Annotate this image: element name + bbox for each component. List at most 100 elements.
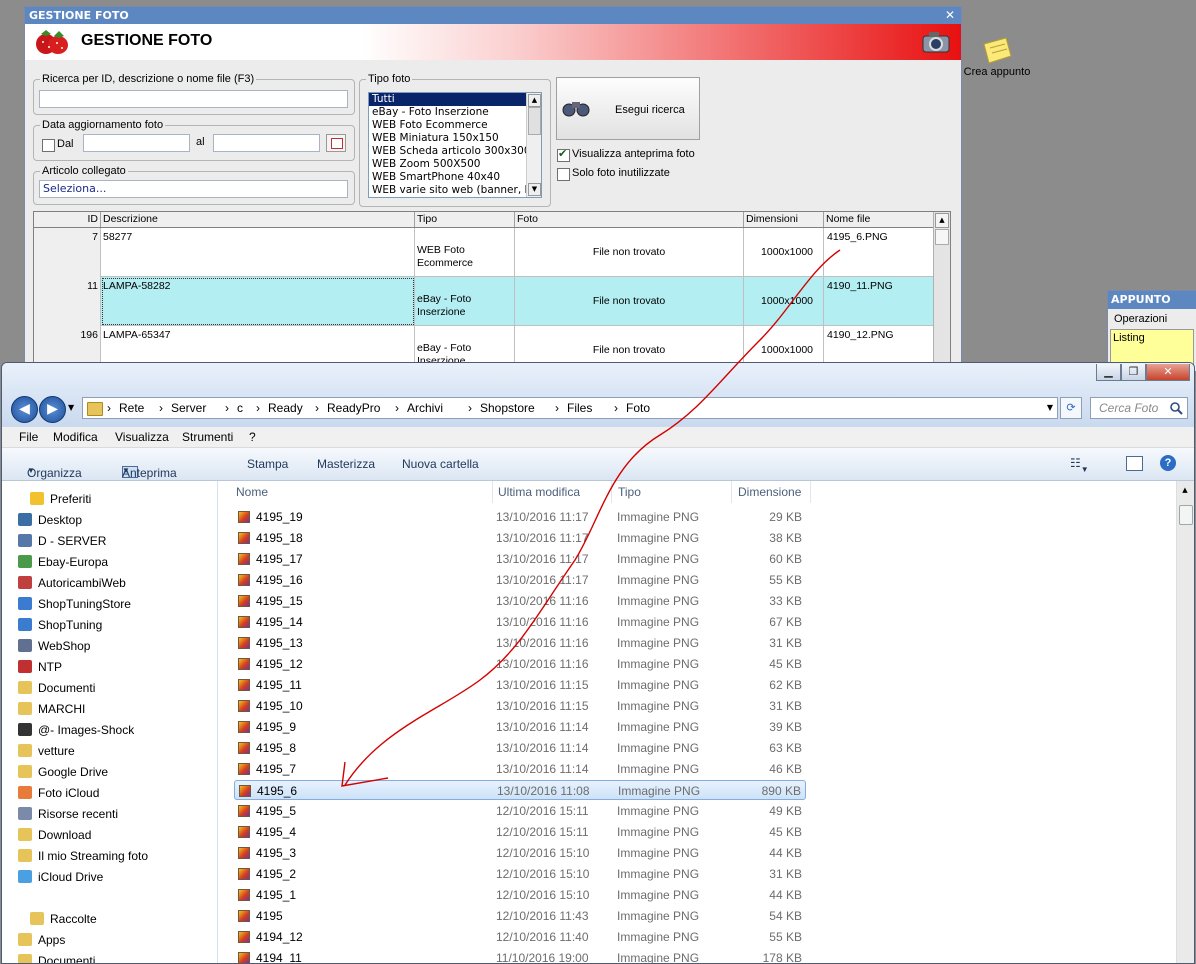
tipo-option[interactable]: WEB Miniatura 150x150 <box>369 132 541 145</box>
nav-item[interactable]: ShopTuning <box>18 618 102 632</box>
nav-item[interactable]: vetture <box>18 744 75 758</box>
scroll-thumb[interactable] <box>1179 505 1193 525</box>
col-desc[interactable]: Descrizione <box>101 212 415 227</box>
file-row[interactable]: 4195_13 13/10/2016 11:16 Immagine PNG 31 KB <box>234 633 806 653</box>
table-row-selected[interactable]: 11 LAMPA-58282 eBay - Foto Inserzione Fil… <box>34 277 950 326</box>
search-input[interactable] <box>39 90 348 108</box>
nav-item[interactable]: NTP <box>18 660 62 674</box>
file-row[interactable]: 4195_8 13/10/2016 11:14 Immagine PNG 63 KB <box>234 738 806 758</box>
col-tipo[interactable]: Tipo <box>415 212 515 227</box>
help-icon[interactable]: ? <box>1160 455 1176 471</box>
crea-appunto-shortcut[interactable]: Crea appunto <box>962 36 1032 78</box>
file-row[interactable]: 4195_11 13/10/2016 11:15 Immagine PNG 62 KB <box>234 675 806 695</box>
col-foto[interactable]: Foto <box>515 212 744 227</box>
breadcrumb-item[interactable]: Server <box>171 401 206 415</box>
nav-item[interactable]: WebShop <box>18 639 90 653</box>
breadcrumb-item[interactable]: Ready <box>268 401 303 415</box>
nav-item[interactable]: Apps <box>18 933 65 947</box>
breadcrumb-separator[interactable]: › <box>107 401 111 415</box>
nav-item[interactable]: Ebay-Europa <box>18 555 108 569</box>
nav-item[interactable]: Documenti <box>18 681 95 695</box>
unused-checkbox[interactable] <box>557 168 570 181</box>
col-tipo[interactable]: Tipo <box>618 485 641 499</box>
tipo-option[interactable]: WEB SmartPhone 40x40 <box>369 171 541 184</box>
maximize-button[interactable]: ❐ <box>1121 364 1146 381</box>
tipo-option[interactable]: WEB Foto Ecommerce <box>369 119 541 132</box>
table-row[interactable]: 7 58277 WEB Foto Ecommerce File non trova… <box>34 228 950 277</box>
calendar-icon[interactable] <box>326 134 346 152</box>
nav-item[interactable]: Foto iCloud <box>18 786 99 800</box>
refresh-button[interactable]: ⟳ <box>1060 397 1082 419</box>
col-file[interactable]: Nome file <box>824 212 934 227</box>
nav-item[interactable]: Google Drive <box>18 765 108 779</box>
search-box[interactable]: Cerca Foto <box>1090 397 1188 419</box>
file-row[interactable]: 4195_16 13/10/2016 11:17 Immagine PNG 55 KB <box>234 570 806 590</box>
breadcrumb-separator[interactable]: › <box>468 401 472 415</box>
file-row[interactable]: 4195_18 13/10/2016 11:17 Immagine PNG 38 KB <box>234 528 806 548</box>
address-dropdown-icon[interactable]: ▼ <box>1047 403 1053 412</box>
address-bar[interactable]: › Rete › Server › c › Ready › ReadyPro › Archivi › Sh… <box>82 397 1058 419</box>
menu-strumenti[interactable]: Strumenti <box>182 430 233 444</box>
minimize-button[interactable]: ▁ <box>1096 364 1121 381</box>
col-dimensione[interactable]: Dimensione <box>738 485 801 499</box>
col-ultima-modifica[interactable]: Ultima modifica <box>498 485 580 499</box>
breadcrumb-item[interactable]: ReadyPro <box>327 401 380 415</box>
breadcrumb-item[interactable]: Shopstore <box>480 401 535 415</box>
menu-file[interactable]: File <box>19 430 38 444</box>
tipo-foto-list[interactable]: Tutti eBay - Foto Inserzione WEB Foto Ecom… <box>368 92 542 198</box>
nav-item[interactable]: iCloud Drive <box>18 870 103 884</box>
nav-item[interactable]: AutoricambiWeb <box>18 576 126 590</box>
file-row[interactable]: 4195 12/10/2016 11:43 Immagine PNG 54 KB <box>234 906 806 926</box>
breadcrumb-separator[interactable]: › <box>315 401 319 415</box>
col-dim[interactable]: Dimensioni <box>744 212 824 227</box>
nav-item[interactable]: Raccolte <box>30 912 97 926</box>
breadcrumb-separator[interactable]: › <box>614 401 618 415</box>
appunto-tab[interactable]: Operazioni <box>1114 313 1167 325</box>
preview-pane-icon[interactable] <box>1126 456 1143 471</box>
view-options-icon[interactable]: ☷ ▼ <box>1070 456 1089 474</box>
close-button[interactable]: ✕ <box>1146 364 1190 381</box>
breadcrumb-separator[interactable]: › <box>395 401 399 415</box>
history-dropdown-icon[interactable]: ▼ <box>68 403 74 412</box>
date-to-input[interactable] <box>213 134 320 152</box>
back-button[interactable]: ◀ <box>11 396 38 423</box>
file-row[interactable]: 4195_9 13/10/2016 11:14 Immagine PNG 39 KB <box>234 717 806 737</box>
nav-item[interactable]: Il mio Streaming foto <box>18 849 148 863</box>
nav-item[interactable]: Desktop <box>18 513 82 527</box>
breadcrumb-separator[interactable]: › <box>159 401 163 415</box>
file-row[interactable]: 4194_12 12/10/2016 11:40 Immagine PNG 55 KB <box>234 927 806 947</box>
col-id[interactable]: ID <box>34 212 101 227</box>
file-row[interactable]: 4195_15 13/10/2016 11:16 Immagine PNG 33 KB <box>234 591 806 611</box>
tipo-option[interactable]: eBay - Foto Inserzione <box>369 106 541 119</box>
close-icon[interactable]: ✕ <box>945 7 955 24</box>
nav-item[interactable]: Download <box>18 828 91 842</box>
breadcrumb-separator[interactable]: › <box>555 401 559 415</box>
file-row-selected[interactable]: 4195_6 13/10/2016 11:08 Immagine PNG 890 KB <box>234 780 806 800</box>
file-row[interactable]: 4195_10 13/10/2016 11:15 Immagine PNG 31 KB <box>234 696 806 716</box>
nav-item[interactable]: MARCHI <box>18 702 85 716</box>
nav-item[interactable]: ShopTuningStore <box>18 597 131 611</box>
file-row[interactable]: 4195_17 13/10/2016 11:17 Immagine PNG 60 KB <box>234 549 806 569</box>
file-list-scrollbar[interactable]: ▲ <box>1176 481 1194 963</box>
breadcrumb-item[interactable]: Rete <box>119 401 144 415</box>
date-from-input[interactable] <box>83 134 190 152</box>
breadcrumb-item[interactable]: Foto <box>626 401 650 415</box>
tipo-option[interactable]: WEB Zoom 500X500 <box>369 158 541 171</box>
file-row[interactable]: 4195_12 13/10/2016 11:16 Immagine PNG 45 KB <box>234 654 806 674</box>
nav-item[interactable]: D - SERVER <box>18 534 106 548</box>
articolo-select[interactable]: Seleziona... <box>39 180 348 198</box>
file-row[interactable]: 4195_3 12/10/2016 15:10 Immagine PNG 44 KB <box>234 843 806 863</box>
file-row[interactable]: 4195_4 12/10/2016 15:11 Immagine PNG 45 KB <box>234 822 806 842</box>
dal-checkbox[interactable] <box>42 139 55 152</box>
file-row[interactable]: 4195_5 12/10/2016 15:11 Immagine PNG 49 KB <box>234 801 806 821</box>
file-row[interactable]: 4195_14 13/10/2016 11:16 Immagine PNG 67 KB <box>234 612 806 632</box>
nuova-cartella-button[interactable]: Nuova cartella <box>402 457 479 471</box>
tipo-list-scrollbar[interactable]: ▲ ▼ <box>526 93 541 197</box>
breadcrumb-item[interactable]: Files <box>567 401 592 415</box>
breadcrumb-separator[interactable]: › <box>225 401 229 415</box>
tipo-option[interactable]: Tutti <box>369 93 541 106</box>
breadcrumb-item[interactable]: c <box>237 401 243 415</box>
breadcrumb-item[interactable]: Archivi <box>407 401 443 415</box>
nav-item[interactable]: Risorse recenti <box>18 807 118 821</box>
forward-button[interactable]: ▶ <box>39 396 66 423</box>
